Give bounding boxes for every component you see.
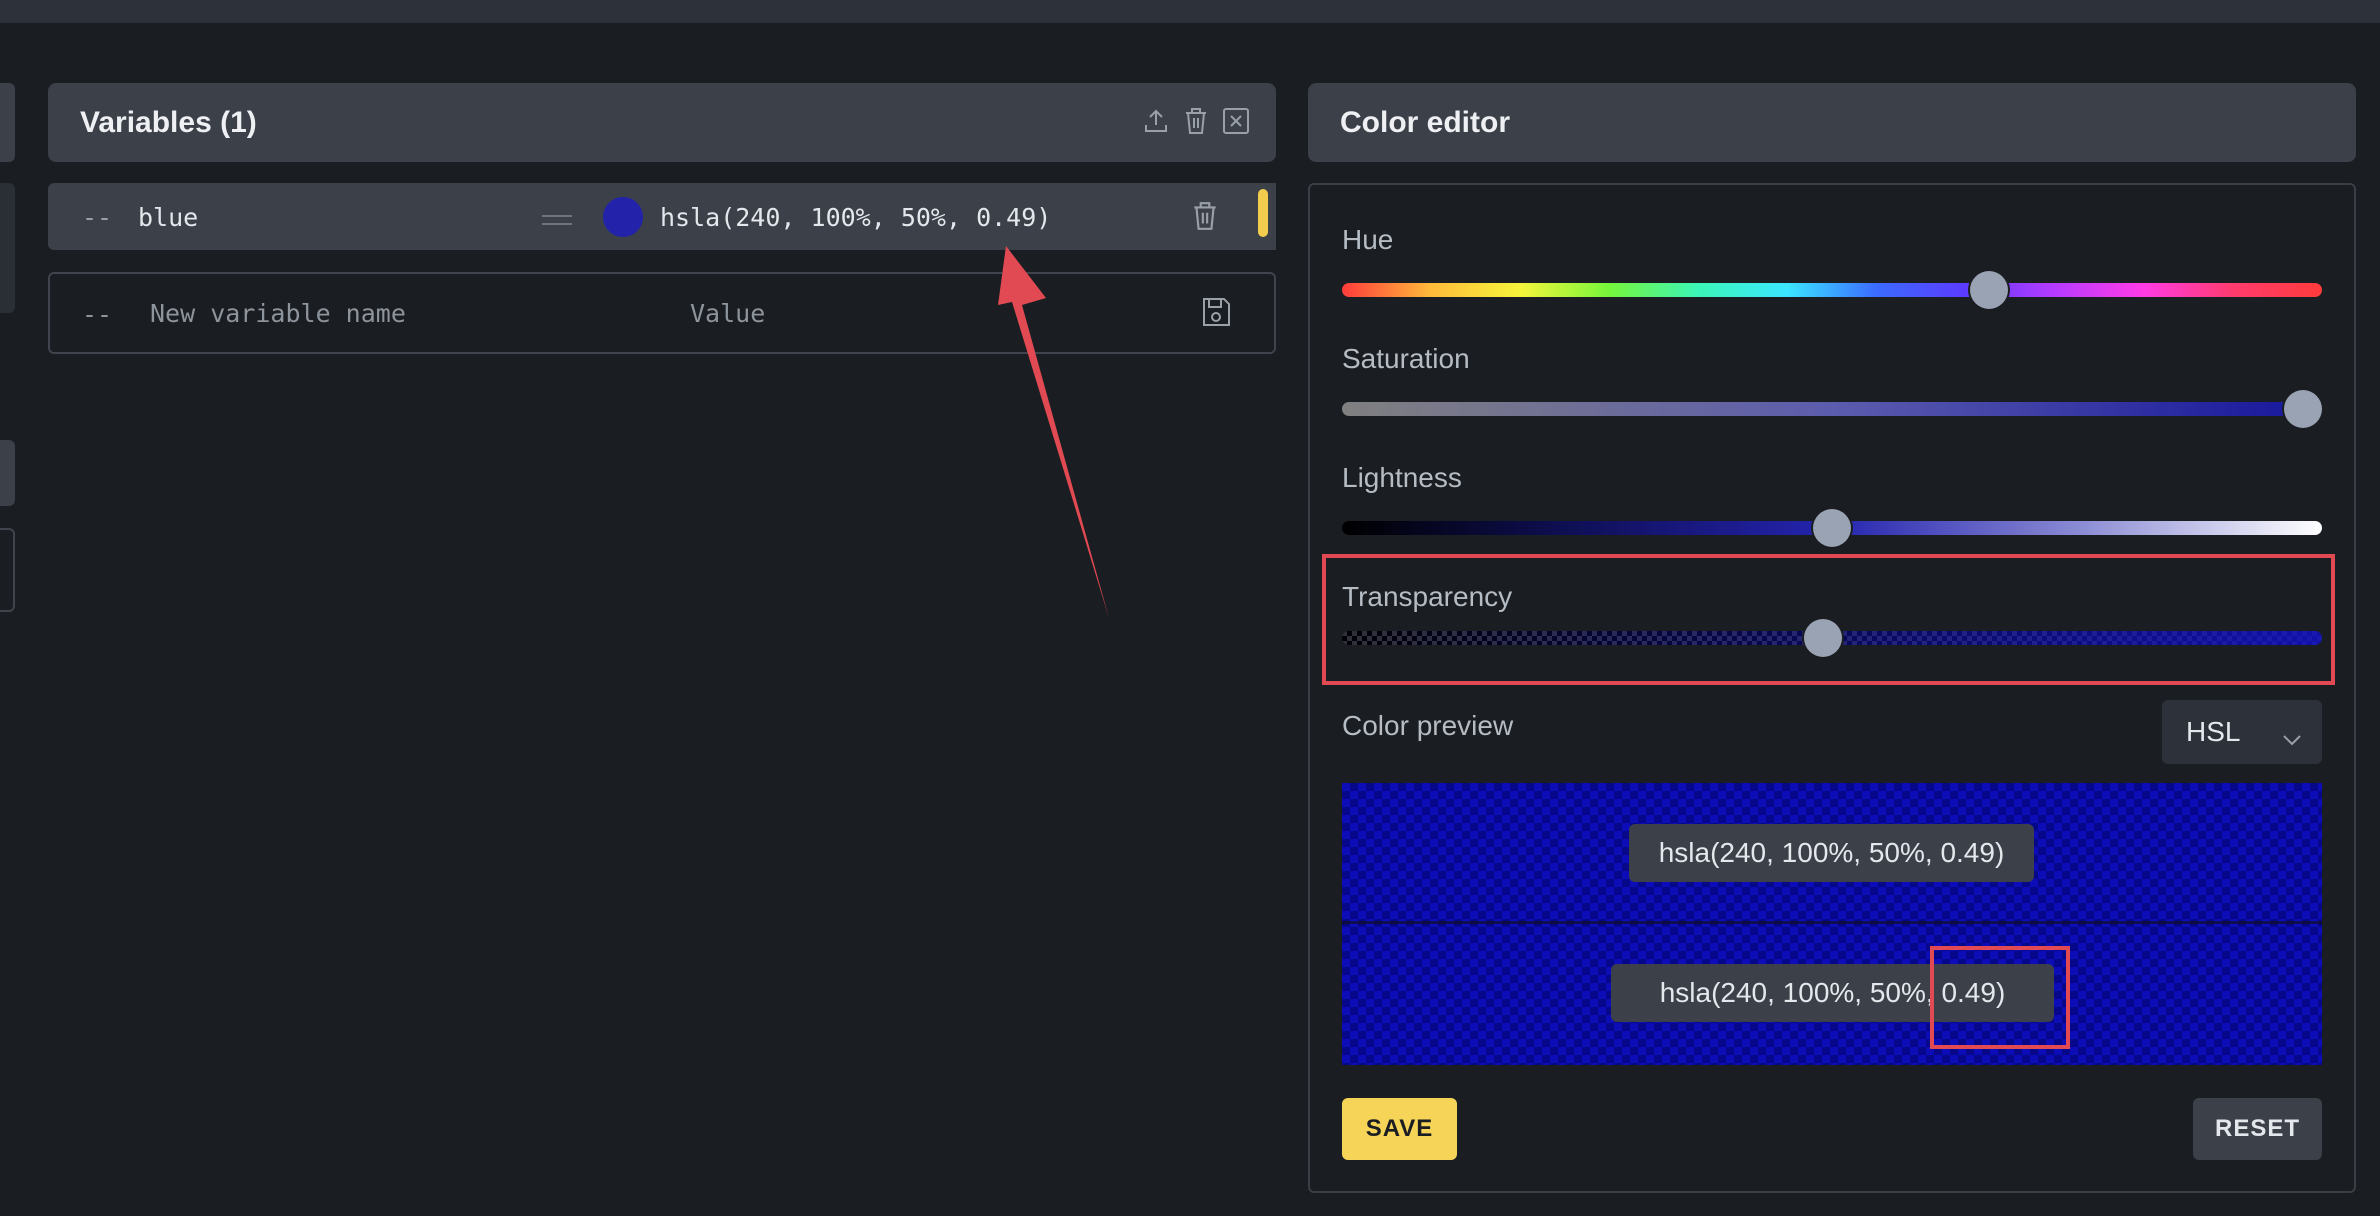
alpha-value-highlight-box xyxy=(1930,946,2070,1049)
variable-value[interactable]: hsla(240, 100%, 50%, 0.49) xyxy=(660,203,1051,232)
hue-label: Hue xyxy=(1342,224,1394,255)
color-format-select[interactable]: HSL xyxy=(2162,700,2322,764)
delete-variable-icon[interactable] xyxy=(1190,201,1220,233)
hue-slider-thumb[interactable] xyxy=(1970,271,2008,309)
preview-divider xyxy=(1342,921,2322,924)
new-variable-prefix: -- xyxy=(82,300,113,329)
variables-header: Variables (1) xyxy=(48,83,1276,162)
saturation-slider-thumb[interactable] xyxy=(2284,390,2322,428)
color-swatch[interactable] xyxy=(603,197,643,237)
saturation-slider[interactable] xyxy=(1342,402,2322,416)
lightness-slider-thumb[interactable] xyxy=(1813,509,1851,547)
color-preview-label: Color preview xyxy=(1342,710,1514,741)
color-format-value: HSL xyxy=(2186,716,2241,747)
save-button[interactable]: SAVE xyxy=(1342,1098,1457,1160)
chevron-down-icon xyxy=(2282,722,2302,754)
reset-button[interactable]: RESET xyxy=(2193,1098,2322,1160)
hue-slider[interactable] xyxy=(1342,283,2322,297)
top-bar xyxy=(0,0,2380,23)
transparency-highlight-box xyxy=(1322,554,2335,685)
new-variable-name-input[interactable] xyxy=(148,292,672,334)
color-editor-header: Color editor xyxy=(1308,83,2356,162)
saturation-label: Saturation xyxy=(1342,343,1470,374)
trash-icon[interactable] xyxy=(1182,105,1210,137)
selected-indicator xyxy=(1258,189,1268,237)
save-variable-icon[interactable] xyxy=(1200,296,1232,330)
drag-handle-icon[interactable] xyxy=(542,207,572,227)
left-panel-item-edge[interactable] xyxy=(0,183,15,313)
variable-row[interactable]: -- blue hsla(240, 100%, 50%, 0.49) xyxy=(48,183,1276,250)
close-icon[interactable] xyxy=(1222,105,1250,137)
left-panel-input-edge[interactable] xyxy=(0,528,15,612)
color-editor-title: Color editor xyxy=(1340,105,1510,139)
left-panel-header-edge xyxy=(0,83,15,162)
left-panel-item-edge-active[interactable] xyxy=(0,440,15,506)
lightness-label: Lightness xyxy=(1342,462,1462,493)
variable-prefix: -- xyxy=(82,203,113,232)
new-variable-value-input[interactable] xyxy=(688,292,1152,334)
variables-title: Variables (1) xyxy=(80,105,257,139)
original-color-value: hsla(240, 100%, 50%, 0.49) xyxy=(1629,824,2034,882)
variable-name[interactable]: blue xyxy=(138,203,198,232)
export-icon[interactable] xyxy=(1142,105,1170,137)
new-variable-row: -- xyxy=(48,272,1276,354)
